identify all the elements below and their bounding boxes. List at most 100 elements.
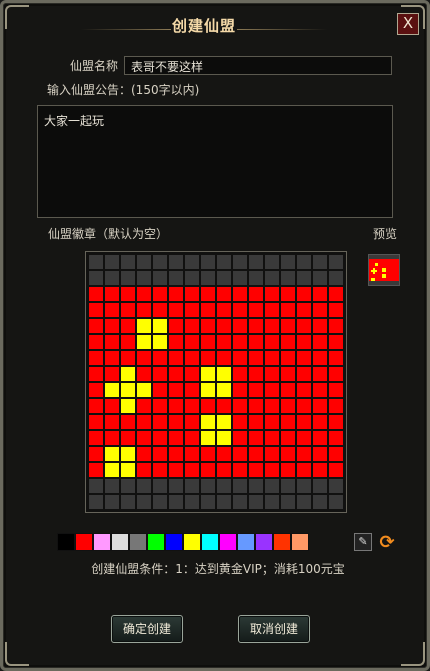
emblem-cell[interactable]	[120, 286, 136, 302]
emblem-cell[interactable]	[280, 494, 296, 510]
emblem-cell[interactable]	[200, 414, 216, 430]
emblem-cell[interactable]	[296, 366, 312, 382]
emblem-cell[interactable]	[152, 318, 168, 334]
emblem-cell[interactable]	[264, 430, 280, 446]
emblem-cell[interactable]	[216, 446, 232, 462]
emblem-cell[interactable]	[328, 334, 344, 350]
emblem-cell[interactable]	[248, 414, 264, 430]
emblem-cell[interactable]	[152, 334, 168, 350]
emblem-cell[interactable]	[328, 382, 344, 398]
emblem-cell[interactable]	[88, 398, 104, 414]
emblem-cell[interactable]	[152, 254, 168, 270]
emblem-cell[interactable]	[312, 462, 328, 478]
emblem-cell[interactable]	[88, 270, 104, 286]
emblem-cell[interactable]	[248, 478, 264, 494]
emblem-cell[interactable]	[248, 462, 264, 478]
emblem-cell[interactable]	[264, 366, 280, 382]
emblem-cell[interactable]	[88, 302, 104, 318]
emblem-cell[interactable]	[136, 446, 152, 462]
emblem-cell[interactable]	[264, 462, 280, 478]
refresh-icon[interactable]: ⟳	[377, 533, 397, 553]
emblem-cell[interactable]	[248, 286, 264, 302]
emblem-cell[interactable]	[296, 398, 312, 414]
emblem-cell[interactable]	[264, 270, 280, 286]
emblem-cell[interactable]	[88, 462, 104, 478]
emblem-cell[interactable]	[328, 350, 344, 366]
emblem-cell[interactable]	[328, 462, 344, 478]
emblem-cell[interactable]	[296, 494, 312, 510]
emblem-cell[interactable]	[264, 398, 280, 414]
emblem-cell[interactable]	[136, 430, 152, 446]
emblem-cell[interactable]	[168, 302, 184, 318]
emblem-cell[interactable]	[200, 302, 216, 318]
emblem-cell[interactable]	[296, 430, 312, 446]
emblem-cell[interactable]	[184, 334, 200, 350]
emblem-cell[interactable]	[232, 462, 248, 478]
emblem-cell[interactable]	[184, 270, 200, 286]
emblem-cell[interactable]	[136, 350, 152, 366]
emblem-cell[interactable]	[328, 398, 344, 414]
emblem-cell[interactable]	[216, 462, 232, 478]
emblem-cell[interactable]	[312, 318, 328, 334]
emblem-cell[interactable]	[248, 382, 264, 398]
emblem-cell[interactable]	[184, 254, 200, 270]
emblem-cell[interactable]	[264, 382, 280, 398]
color-swatch[interactable]	[93, 533, 111, 551]
emblem-cell[interactable]	[88, 350, 104, 366]
emblem-cell[interactable]	[248, 334, 264, 350]
emblem-cell[interactable]	[296, 286, 312, 302]
emblem-cell[interactable]	[296, 318, 312, 334]
emblem-cell[interactable]	[328, 270, 344, 286]
emblem-cell[interactable]	[312, 398, 328, 414]
confirm-create-button[interactable]: 确定创建	[111, 615, 183, 643]
emblem-cell[interactable]	[136, 254, 152, 270]
emblem-cell[interactable]	[136, 462, 152, 478]
emblem-cell[interactable]	[216, 302, 232, 318]
emblem-cell[interactable]	[136, 270, 152, 286]
emblem-cell[interactable]	[312, 478, 328, 494]
emblem-cell[interactable]	[104, 446, 120, 462]
emblem-cell[interactable]	[152, 494, 168, 510]
emblem-cell[interactable]	[168, 270, 184, 286]
emblem-cell[interactable]	[184, 430, 200, 446]
emblem-cell[interactable]	[216, 382, 232, 398]
emblem-cell[interactable]	[216, 414, 232, 430]
emblem-cell[interactable]	[136, 302, 152, 318]
emblem-cell[interactable]	[104, 462, 120, 478]
emblem-cell[interactable]	[296, 382, 312, 398]
emblem-cell[interactable]	[200, 254, 216, 270]
emblem-cell[interactable]	[328, 478, 344, 494]
emblem-cell[interactable]	[312, 446, 328, 462]
emblem-cell[interactable]	[296, 270, 312, 286]
emblem-cell[interactable]	[168, 446, 184, 462]
emblem-cell[interactable]	[120, 398, 136, 414]
emblem-cell[interactable]	[248, 350, 264, 366]
emblem-cell[interactable]	[328, 494, 344, 510]
emblem-cell[interactable]	[296, 462, 312, 478]
emblem-cell[interactable]	[312, 302, 328, 318]
emblem-cell[interactable]	[264, 286, 280, 302]
emblem-cell[interactable]	[200, 446, 216, 462]
emblem-cell[interactable]	[264, 334, 280, 350]
emblem-cell[interactable]	[104, 318, 120, 334]
emblem-cell[interactable]	[280, 430, 296, 446]
emblem-cell[interactable]	[184, 414, 200, 430]
emblem-cell[interactable]	[200, 478, 216, 494]
emblem-cell[interactable]	[280, 382, 296, 398]
emblem-cell[interactable]	[168, 382, 184, 398]
emblem-cell[interactable]	[216, 270, 232, 286]
emblem-cell[interactable]	[248, 318, 264, 334]
emblem-cell[interactable]	[296, 302, 312, 318]
emblem-cell[interactable]	[280, 478, 296, 494]
color-swatch[interactable]	[165, 533, 183, 551]
emblem-cell[interactable]	[296, 478, 312, 494]
emblem-cell[interactable]	[136, 382, 152, 398]
emblem-cell[interactable]	[232, 318, 248, 334]
color-swatch[interactable]	[237, 533, 255, 551]
emblem-cell[interactable]	[280, 398, 296, 414]
emblem-cell[interactable]	[152, 286, 168, 302]
emblem-cell[interactable]	[216, 366, 232, 382]
color-swatch[interactable]	[273, 533, 291, 551]
emblem-cell[interactable]	[312, 494, 328, 510]
emblem-cell[interactable]	[168, 318, 184, 334]
